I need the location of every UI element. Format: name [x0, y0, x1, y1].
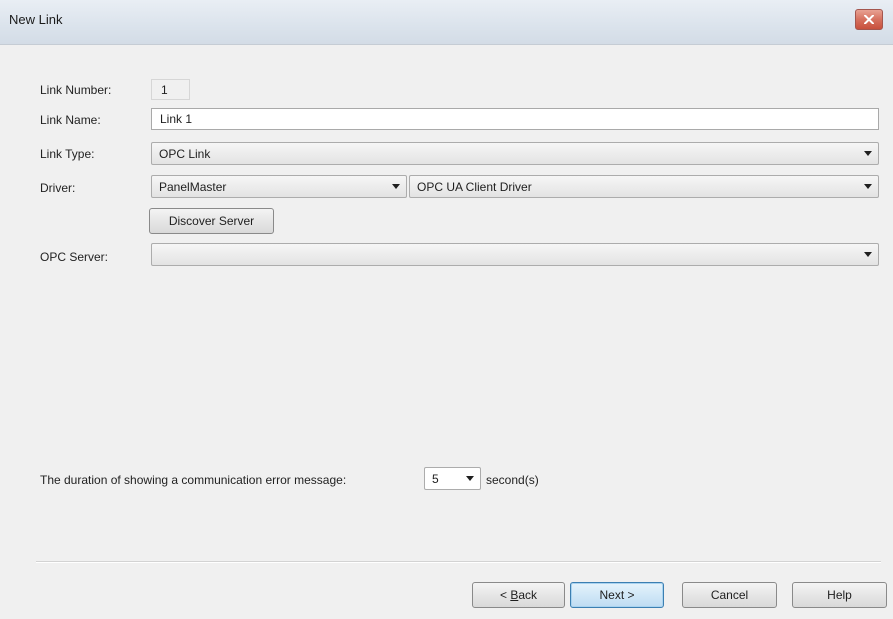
- cancel-button[interactable]: Cancel: [682, 582, 777, 608]
- footer-separator: [36, 561, 881, 563]
- back-button[interactable]: < Back: [472, 582, 565, 608]
- chevron-down-icon: [392, 184, 400, 189]
- driver-model-dropdown[interactable]: OPC UA Client Driver: [409, 175, 879, 198]
- chevron-down-icon: [864, 252, 872, 257]
- link-name-label: Link Name:: [40, 113, 101, 127]
- error-duration-dropdown[interactable]: 5: [424, 467, 481, 490]
- driver-model-selected: OPC UA Client Driver: [417, 180, 532, 194]
- close-icon: [864, 15, 874, 24]
- link-type-selected: OPC Link: [159, 147, 211, 161]
- link-type-dropdown[interactable]: OPC Link: [151, 142, 879, 165]
- chevron-down-icon: [466, 476, 474, 481]
- chevron-down-icon: [864, 184, 872, 189]
- title-bar: New Link: [0, 0, 893, 45]
- opc-server-label: OPC Server:: [40, 250, 109, 264]
- driver-vendor-dropdown[interactable]: PanelMaster: [151, 175, 407, 198]
- chevron-down-icon: [864, 151, 872, 156]
- link-number-label: Link Number:: [40, 83, 112, 97]
- link-type-label: Link Type:: [40, 147, 95, 161]
- back-prefix: <: [499, 588, 511, 602]
- error-duration-selected: 5: [432, 472, 439, 486]
- opc-server-dropdown[interactable]: [151, 243, 879, 266]
- driver-label: Driver:: [40, 181, 76, 195]
- back-mnemonic: B: [510, 588, 519, 602]
- window-title: New Link: [9, 12, 63, 27]
- link-name-input[interactable]: Link 1: [151, 108, 879, 130]
- back-rest: ack: [518, 588, 538, 602]
- link-name-text: Link 1: [160, 112, 193, 126]
- error-duration-unit: second(s): [486, 473, 539, 487]
- close-button[interactable]: [855, 9, 883, 30]
- driver-vendor-selected: PanelMaster: [159, 180, 227, 194]
- next-button[interactable]: Next >: [570, 582, 664, 608]
- help-button[interactable]: Help: [792, 582, 887, 608]
- link-number-value: 1: [151, 79, 190, 100]
- discover-server-button[interactable]: Discover Server: [149, 208, 274, 234]
- error-duration-label: The duration of showing a communication …: [40, 473, 347, 487]
